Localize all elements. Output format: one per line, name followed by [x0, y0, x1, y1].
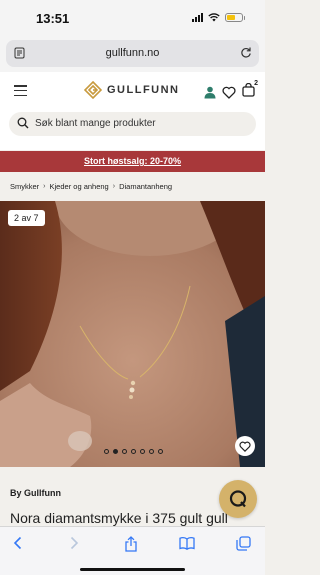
product-image-carousel[interactable]: 2 av 7	[0, 201, 265, 467]
logo-mark-icon	[84, 81, 102, 99]
address-bar[interactable]: gullfunn.no	[6, 40, 259, 67]
account-icon[interactable]	[204, 86, 216, 99]
menu-icon[interactable]	[14, 85, 27, 96]
logo-text: GULLFUNN	[107, 84, 180, 96]
browser-toolbar	[0, 526, 265, 575]
tabs-icon[interactable]	[236, 536, 251, 551]
status-icons	[192, 13, 245, 22]
cart-count-badge: 2	[254, 80, 258, 87]
carousel-dot[interactable]	[140, 449, 145, 454]
chat-icon	[229, 490, 247, 508]
breadcrumb-item-kjeder[interactable]: Kjeder og anheng	[50, 182, 109, 191]
status-time: 13:51	[36, 11, 70, 26]
product-title: Nora diamantsmykke i 375 gult gull	[10, 510, 228, 526]
search-input[interactable]: Søk blant mange produkter	[9, 112, 256, 136]
browser-address-area: gullfunn.no	[0, 36, 265, 72]
cart-button[interactable]: 2	[242, 80, 258, 102]
carousel-dot[interactable]	[158, 449, 163, 454]
breadcrumb-item-diamantanheng[interactable]: Diamantanheng	[119, 182, 172, 191]
heart-icon	[239, 441, 251, 452]
carousel-dot[interactable]	[149, 449, 154, 454]
breadcrumb: Smykker › Kjeder og anheng › Diamantanhe…	[10, 182, 172, 191]
back-icon[interactable]	[12, 536, 24, 550]
bookmarks-icon[interactable]	[179, 536, 195, 550]
favorite-button[interactable]	[235, 436, 255, 456]
cart-icon	[242, 82, 255, 97]
url-text[interactable]: gullfunn.no	[6, 47, 259, 59]
image-counter: 2 av 7	[8, 210, 45, 226]
carousel-dot[interactable]	[122, 449, 127, 454]
product-photo	[0, 201, 265, 467]
heart-icon[interactable]	[222, 86, 236, 99]
carousel-dot[interactable]	[104, 449, 109, 454]
chevron-right-icon: ›	[43, 183, 46, 190]
carousel-dots	[104, 449, 163, 454]
promo-link[interactable]: Stort høstsalg: 20-70%	[84, 156, 181, 166]
site-header: GULLFUNN 2	[0, 72, 265, 112]
product-brand[interactable]: By Gullfunn	[10, 488, 61, 498]
signal-icon	[192, 13, 203, 22]
site-logo[interactable]: GULLFUNN	[84, 81, 180, 99]
promo-banner: Stort høstsalg: 20-70%	[0, 151, 265, 172]
search-area: Søk blant mange produkter	[0, 112, 265, 150]
search-placeholder: Søk blant mange produkter	[35, 118, 156, 129]
share-icon[interactable]	[124, 536, 138, 552]
chevron-right-icon: ›	[112, 183, 116, 190]
breadcrumb-item-smykker[interactable]: Smykker	[10, 182, 39, 191]
reload-icon[interactable]	[240, 46, 252, 59]
header-icons: 2	[204, 80, 258, 102]
chat-button[interactable]	[219, 480, 257, 518]
carousel-dot[interactable]	[113, 449, 118, 454]
home-indicator	[80, 568, 185, 571]
status-bar: 13:51	[0, 0, 265, 36]
forward-icon[interactable]	[68, 536, 80, 550]
carousel-dot[interactable]	[131, 449, 136, 454]
battery-icon	[225, 13, 245, 22]
wifi-icon	[208, 13, 220, 22]
search-icon	[17, 117, 29, 129]
